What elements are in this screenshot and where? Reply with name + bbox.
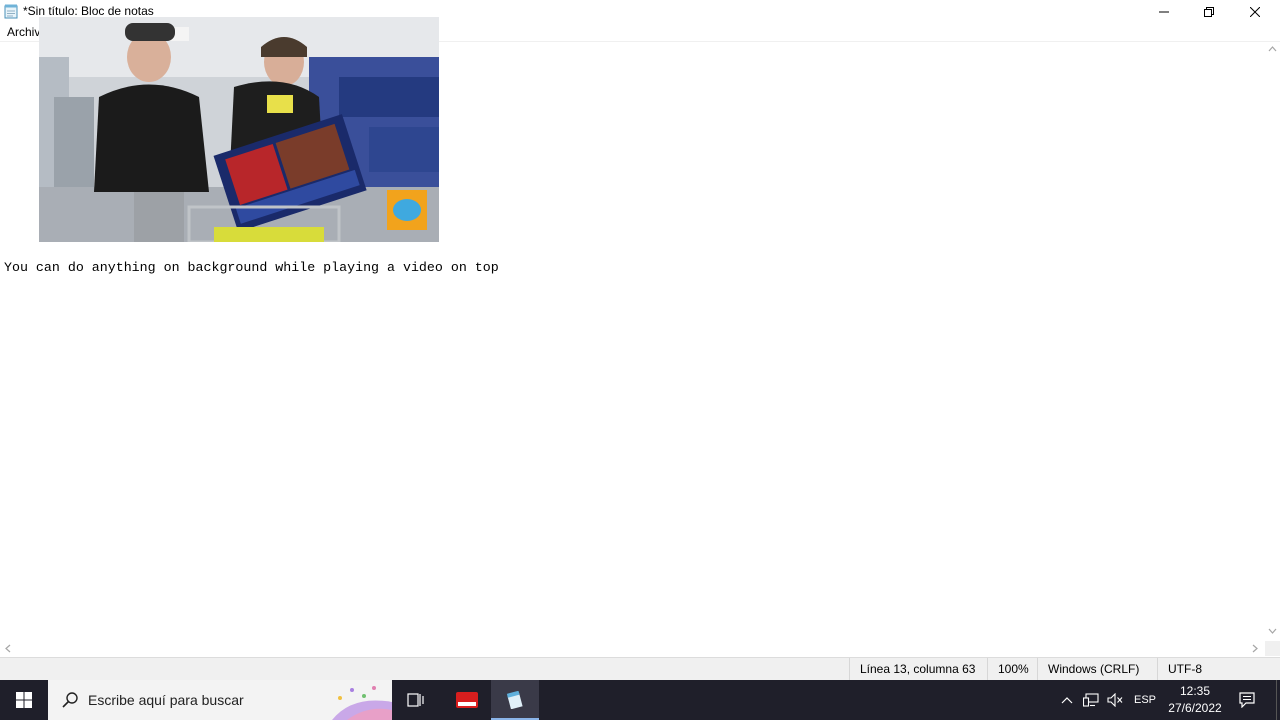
vertical-scrollbar[interactable]: [1265, 42, 1280, 641]
notepad-icon: [506, 691, 523, 709]
windows-icon: [16, 692, 32, 708]
show-desktop-button[interactable]: [1276, 680, 1280, 720]
cursor-position: Línea 13, columna 63: [849, 658, 989, 681]
scroll-right-icon: [1252, 644, 1258, 653]
clock[interactable]: 12:35 27/6/2022: [1162, 683, 1228, 717]
search-highlight-icon: [332, 686, 392, 720]
close-icon: [1250, 6, 1260, 17]
network-icon: [1083, 693, 1099, 707]
minimize-button[interactable]: [1141, 0, 1187, 23]
start-button[interactable]: [0, 680, 48, 720]
editor-content[interactable]: You can do anything on background while …: [4, 260, 499, 275]
encoding: UTF-8: [1157, 658, 1280, 681]
taskbar-app-media[interactable]: [443, 680, 491, 720]
task-view-icon: [407, 693, 424, 707]
scroll-left-icon: [5, 644, 11, 653]
restore-button[interactable]: [1186, 0, 1232, 23]
video-player-overlay[interactable]: [39, 17, 439, 242]
taskbar: Escribe aquí para buscar ESP 12:35 27/6/…: [0, 680, 1280, 720]
scroll-down-icon: [1268, 628, 1277, 634]
horizontal-scrollbar[interactable]: [0, 641, 1265, 656]
taskbar-app-notepad[interactable]: [491, 680, 539, 720]
task-view-button[interactable]: [392, 680, 440, 720]
clock-time: 12:35: [1179, 684, 1211, 698]
notifications-button[interactable]: [1232, 680, 1262, 720]
line-ending: Windows (CRLF): [1037, 658, 1157, 681]
video-frame: [39, 17, 439, 242]
volume-button[interactable]: [1104, 680, 1126, 720]
scroll-corner: [1265, 641, 1280, 656]
zoom-level: 100%: [987, 658, 1037, 681]
minimize-icon: [1159, 11, 1169, 12]
search-icon: [62, 692, 78, 708]
restore-icon: [1204, 6, 1214, 17]
taskbar-search[interactable]: Escribe aquí para buscar: [48, 680, 392, 720]
status-bar: Línea 13, columna 63 100% Windows (CRLF)…: [0, 657, 1280, 681]
network-button[interactable]: [1080, 680, 1102, 720]
video-app-icon: [456, 692, 478, 708]
notepad-icon: [4, 4, 18, 19]
close-button[interactable]: [1232, 0, 1278, 23]
chevron-up-icon: [1061, 697, 1073, 704]
language-indicator[interactable]: ESP: [1130, 680, 1160, 720]
show-hidden-icons-button[interactable]: [1057, 680, 1077, 720]
window-title: *Sin título: Bloc de notas: [23, 4, 154, 18]
clock-date: 27/6/2022: [1168, 701, 1222, 715]
volume-muted-icon: [1107, 693, 1123, 707]
scroll-up-icon: [1268, 46, 1277, 52]
notification-icon: [1239, 692, 1255, 708]
search-placeholder: Escribe aquí para buscar: [88, 692, 244, 708]
